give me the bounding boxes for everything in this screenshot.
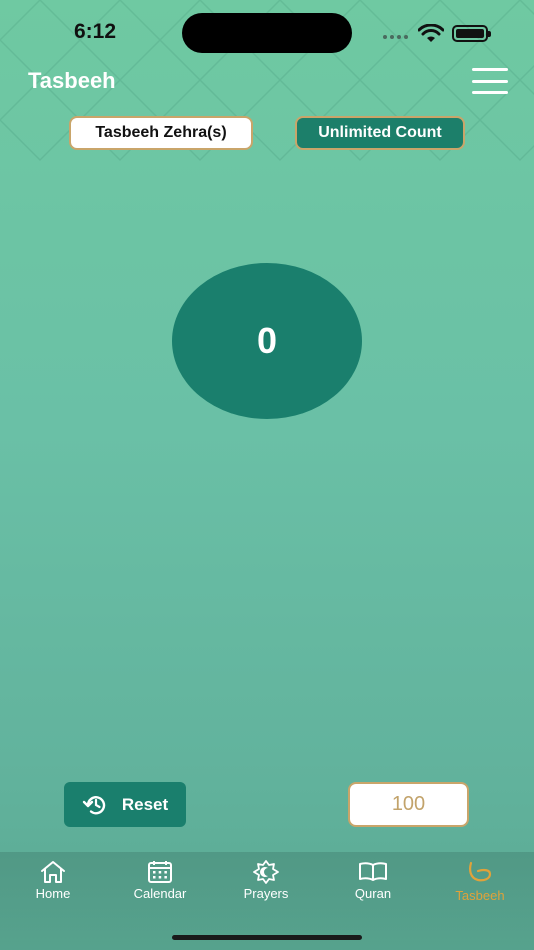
status-bar: 6:12 — [0, 0, 534, 64]
unlimited-count-button[interactable]: Unlimited Count — [295, 116, 465, 150]
tab-quran-label: Quran — [354, 886, 392, 901]
home-indicator — [172, 935, 362, 940]
counter-button[interactable]: 0 — [172, 263, 362, 419]
tab-calendar[interactable]: Calendar — [110, 860, 210, 901]
open-book-icon — [359, 862, 387, 881]
page-title: Tasbeeh — [28, 68, 116, 93]
mosque-crescent-icon — [253, 860, 279, 884]
tab-home[interactable]: Home — [3, 860, 103, 901]
history-icon — [82, 795, 106, 814]
reset-button[interactable]: Reset — [64, 782, 186, 827]
tasbeeh-beads-icon — [469, 861, 492, 882]
tasbeeh-zehra-button[interactable]: Tasbeeh Zehra(s) — [69, 116, 253, 150]
battery-icon — [452, 25, 491, 42]
tab-tasbeeh[interactable]: Tasbeeh — [430, 860, 530, 903]
target-count-input[interactable] — [348, 782, 469, 827]
dynamic-island — [182, 13, 352, 53]
tab-tasbeeh-label: Tasbeeh — [455, 888, 505, 903]
cellular-signal-icon — [383, 35, 408, 39]
tab-calendar-label: Calendar — [133, 886, 187, 901]
status-time: 6:12 — [74, 20, 117, 43]
wifi-icon — [418, 24, 444, 42]
hamburger-menu-icon[interactable] — [472, 68, 508, 94]
tab-home-label: Home — [35, 886, 71, 901]
reset-label: Reset — [121, 794, 169, 814]
tab-quran[interactable]: Quran — [323, 860, 423, 901]
calendar-icon — [148, 861, 172, 883]
tab-prayers[interactable]: Prayers — [216, 860, 316, 901]
tab-prayers-label: Prayers — [243, 886, 289, 901]
home-icon — [41, 861, 65, 883]
counter-value: 0 — [256, 320, 278, 361]
